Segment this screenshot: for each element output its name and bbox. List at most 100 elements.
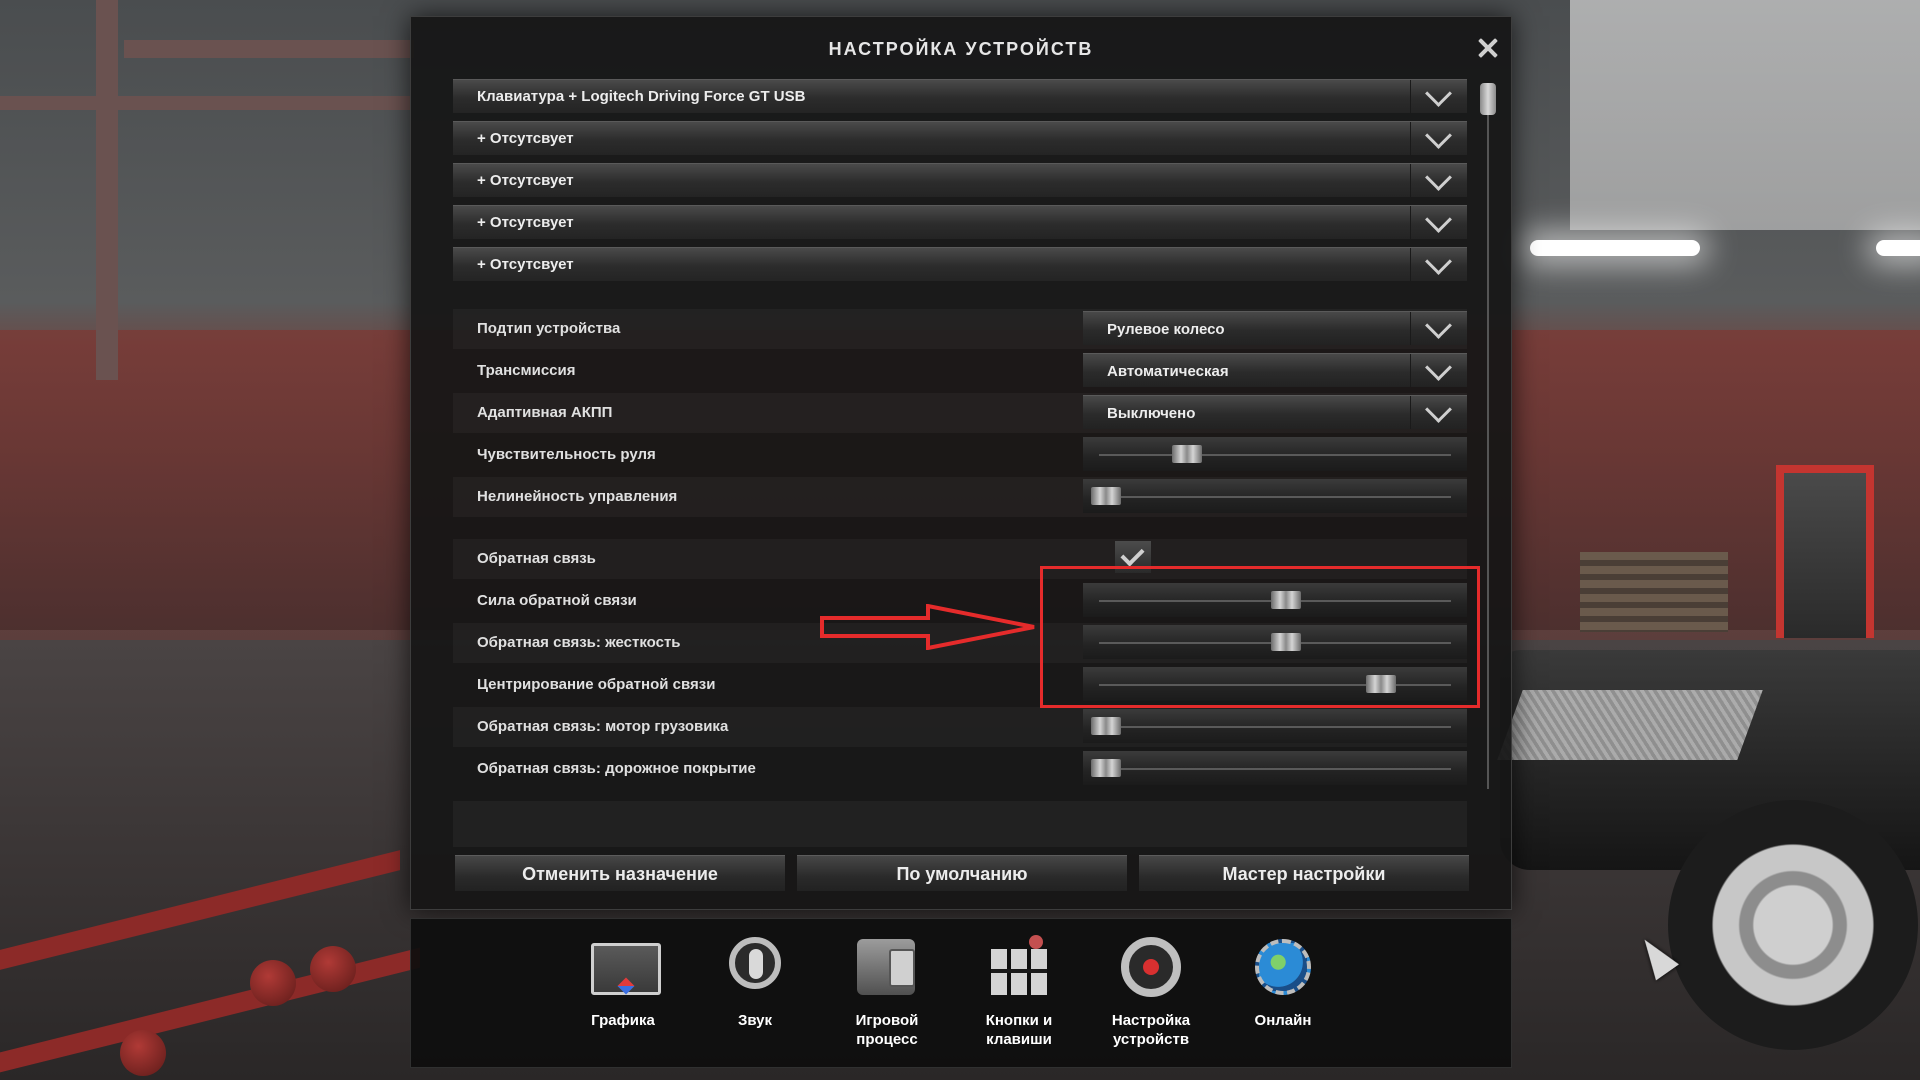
slider-handle[interactable] [1091, 487, 1122, 505]
steering-sensitivity-slider[interactable] [1083, 437, 1467, 471]
select-toggle[interactable] [1410, 312, 1467, 345]
background-roller [120, 1030, 166, 1076]
settings-category-menu: Графика Звук Игровой процесс Кнопки и кл… [410, 918, 1512, 1068]
device-subtype-select[interactable]: Рулевое колесо [1083, 311, 1467, 345]
keys-icon [983, 933, 1055, 1005]
setting-label: Трансмиссия [477, 362, 576, 379]
setup-wizard-button[interactable]: Мастер настройки [1139, 855, 1469, 891]
device-row-label: + Отсутсвует [477, 256, 574, 273]
menu-label: Звук [737, 1012, 773, 1029]
steering-nonlinearity-slider[interactable] [1083, 479, 1467, 513]
device-row-primary[interactable]: Клавиатура + Logitech Driving Force GT U… [453, 79, 1467, 113]
background-truck-wheel [1668, 800, 1918, 1050]
setting-ff-engine: Обратная связь: мотор грузовика [453, 707, 1467, 747]
slider-track [1099, 496, 1451, 498]
setting-label: Обратная связь: дорожное покрытие [477, 760, 756, 777]
setting-label: Подтип устройства [477, 320, 621, 337]
background-lamp [1530, 240, 1700, 256]
chevron-down-icon [1425, 206, 1452, 233]
select-value: Автоматическая [1107, 363, 1229, 380]
chevron-down-icon [1425, 312, 1452, 339]
globe-icon [1247, 933, 1319, 1005]
chevron-down-icon [1425, 164, 1452, 191]
device-row-label: + Отсутсвует [477, 172, 574, 189]
menu-keys-buttons[interactable]: Кнопки и клавиши [955, 925, 1083, 1063]
chevron-down-icon [1425, 80, 1452, 107]
background-roller [310, 946, 356, 992]
setting-label: Нелинейность управления [477, 488, 678, 505]
setup-wizard-button-label: Мастер настройки [1222, 864, 1386, 884]
transmission-select[interactable]: Автоматическая [1083, 353, 1467, 387]
select-value: Выключено [1107, 405, 1196, 422]
setting-label: Сила обратной связи [477, 592, 637, 609]
menu-gameplay[interactable]: Игровой процесс [823, 925, 951, 1063]
select-toggle[interactable] [1410, 354, 1467, 387]
steering-wheel-icon [1115, 933, 1187, 1005]
defaults-button-label: По умолчанию [896, 864, 1028, 884]
device-dropdown-toggle[interactable] [1410, 122, 1467, 155]
chevron-down-icon [1425, 354, 1452, 381]
chevron-down-icon [1425, 122, 1452, 149]
speaker-icon [719, 933, 791, 1005]
menu-sound[interactable]: Звук [691, 925, 819, 1063]
setting-steering-nonlinearity: Нелинейность управления [453, 477, 1467, 517]
chevron-down-icon [1425, 248, 1452, 275]
setting-transmission: Трансмиссия Автоматическая [453, 351, 1467, 391]
device-row-slot-3[interactable]: + Отсутсвует [453, 163, 1467, 197]
slider-handle[interactable] [1091, 717, 1122, 735]
background-window [1570, 0, 1920, 230]
menu-label: Игровой процесс [855, 1012, 919, 1048]
background-lamp [1876, 240, 1920, 256]
device-dropdown-toggle[interactable] [1410, 248, 1467, 281]
setting-label: Обратная связь: жесткость [477, 634, 681, 651]
device-dropdown-toggle[interactable] [1410, 206, 1467, 239]
menu-device-settings[interactable]: Настройка устройств [1087, 925, 1215, 1063]
slider-handle[interactable] [1172, 445, 1202, 463]
menu-online[interactable]: Онлайн [1219, 925, 1347, 1063]
scrollbar-track[interactable] [1487, 83, 1489, 789]
monitor-icon [587, 933, 661, 1005]
background-stand [1776, 465, 1874, 638]
chevron-down-icon [1425, 396, 1452, 423]
device-dropdown-toggle[interactable] [1410, 80, 1467, 113]
checkmark-icon [1120, 542, 1145, 567]
setting-label: Адаптивная АКПП [477, 404, 613, 421]
device-settings-dialog: НАСТРОЙКА УСТРОЙСТВ Клавиатура + Logitec… [410, 16, 1512, 910]
slider-track [1099, 454, 1451, 456]
menu-label: Кнопки и клавиши [985, 1012, 1053, 1048]
ff-road-slider[interactable] [1083, 751, 1467, 785]
device-row-slot-4[interactable]: + Отсутсвует [453, 205, 1467, 239]
device-dropdown-toggle[interactable] [1410, 164, 1467, 197]
menu-label: Настройка устройств [1111, 1012, 1191, 1048]
unassign-button[interactable]: Отменить назначение [455, 855, 785, 891]
ff-engine-slider[interactable] [1083, 709, 1467, 743]
close-icon[interactable] [1473, 33, 1503, 63]
slider-handle[interactable] [1091, 759, 1122, 777]
background-truck-deck [1497, 690, 1763, 760]
setting-device-subtype: Подтип устройства Рулевое колесо [453, 309, 1467, 349]
background-pallet [1580, 552, 1728, 632]
device-row-slot-5[interactable]: + Отсутсвует [453, 247, 1467, 281]
scrollbar-thumb[interactable] [1480, 83, 1496, 115]
setting-adaptive-gearbox: Адаптивная АКПП Выключено [453, 393, 1467, 433]
adaptive-gearbox-select[interactable]: Выключено [1083, 395, 1467, 429]
device-row-label: + Отсутсвует [477, 130, 574, 147]
menu-graphics[interactable]: Графика [559, 925, 687, 1063]
settings-list-end [453, 801, 1467, 847]
slider-track [1099, 768, 1451, 770]
setting-steering-sensitivity: Чувствительность руля [453, 435, 1467, 475]
menu-label: Онлайн [1254, 1012, 1312, 1029]
dialog-title: НАСТРОЙКА УСТРОЙСТВ [828, 39, 1094, 59]
setting-label: Центрирование обратной связи [477, 676, 716, 693]
background-beam [96, 0, 118, 380]
device-row-label: + Отсутсвует [477, 214, 574, 231]
slider-track [1099, 726, 1451, 728]
setting-label: Чувствительность руля [477, 446, 656, 463]
select-toggle[interactable] [1410, 396, 1467, 429]
setting-label: Обратная связь: мотор грузовика [477, 718, 729, 735]
defaults-button[interactable]: По умолчанию [797, 855, 1127, 891]
background-roller [250, 960, 296, 1006]
device-row-label: Клавиатура + Logitech Driving Force GT U… [477, 88, 806, 105]
device-row-slot-2[interactable]: + Отсутсвует [453, 121, 1467, 155]
setting-ff-road: Обратная связь: дорожное покрытие [453, 749, 1467, 789]
